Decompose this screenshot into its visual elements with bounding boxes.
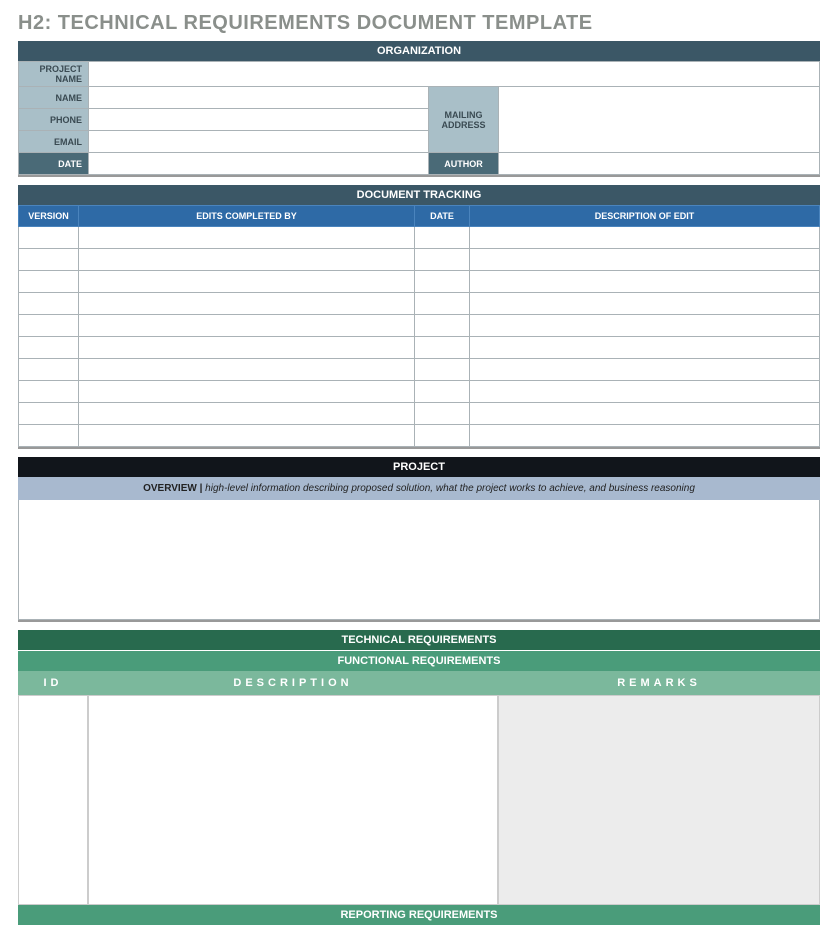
tracking-cell[interactable] [19,315,79,337]
organization-section: ORGANIZATION PROJECT NAME NAME MAILING A… [18,41,820,177]
overview-body[interactable] [18,500,820,620]
organization-table: PROJECT NAME NAME MAILING ADDRESS PHONE … [18,61,820,175]
col-description: DESCRIPTION OF EDIT [470,206,820,227]
tracking-cell[interactable] [470,271,820,293]
label-project-name: PROJECT NAME [19,62,89,87]
input-phone[interactable] [89,109,429,131]
input-project-name[interactable] [89,62,820,87]
tracking-cell[interactable] [19,293,79,315]
tracking-cell[interactable] [415,249,470,271]
label-author: AUTHOR [429,153,499,175]
table-row [19,315,820,337]
tracking-cell[interactable] [415,337,470,359]
functional-columns: ID DESCRIPTION REMARKS [18,671,820,695]
functional-header: FUNCTIONAL REQUIREMENTS [18,650,820,671]
tracking-cell[interactable] [415,227,470,249]
table-row [19,403,820,425]
tracking-cell[interactable] [19,359,79,381]
table-row [19,293,820,315]
organization-header: ORGANIZATION [18,41,820,61]
tracking-cell[interactable] [470,227,820,249]
col-func-description: DESCRIPTION [88,671,498,695]
tracking-cell[interactable] [19,381,79,403]
tracking-cell[interactable] [19,249,79,271]
label-name: NAME [19,87,89,109]
technical-header: TECHNICAL REQUIREMENTS [18,630,820,650]
tracking-cell[interactable] [19,337,79,359]
tracking-cell[interactable] [79,227,415,249]
tracking-cell[interactable] [415,293,470,315]
tracking-cell[interactable] [79,293,415,315]
tracking-cell[interactable] [470,293,820,315]
page-title: H2: TECHNICAL REQUIREMENTS DOCUMENT TEMP… [18,12,820,35]
tracking-header: DOCUMENT TRACKING [18,185,820,205]
functional-body [18,695,820,905]
project-header: PROJECT [18,457,820,477]
table-row [19,249,820,271]
tracking-cell[interactable] [79,271,415,293]
input-email[interactable] [89,131,429,153]
col-remarks: REMARKS [498,671,820,695]
tracking-cell[interactable] [19,227,79,249]
input-mailing-address[interactable] [499,87,820,153]
func-desc-cell[interactable] [88,695,498,905]
input-date[interactable] [89,153,429,175]
tracking-cell[interactable] [79,403,415,425]
tracking-cell[interactable] [470,337,820,359]
label-email: EMAIL [19,131,89,153]
tracking-cell[interactable] [470,249,820,271]
tracking-cell[interactable] [19,425,79,447]
tracking-cell[interactable] [79,425,415,447]
table-row [19,227,820,249]
overview-label: OVERVIEW | [143,483,202,494]
tracking-cell[interactable] [470,381,820,403]
tracking-cell[interactable] [79,381,415,403]
label-phone: PHONE [19,109,89,131]
tracking-cell[interactable] [79,249,415,271]
tracking-cell[interactable] [415,271,470,293]
tracking-cell[interactable] [415,403,470,425]
overview-row: OVERVIEW | high-level information descri… [18,477,820,500]
tracking-cell[interactable] [415,359,470,381]
label-date: DATE [19,153,89,175]
tracking-cell[interactable] [470,315,820,337]
tracking-cell[interactable] [470,403,820,425]
table-row [19,359,820,381]
func-id-cell[interactable] [18,695,88,905]
table-row [19,271,820,293]
col-date: DATE [415,206,470,227]
table-row [19,337,820,359]
tracking-cell[interactable] [415,425,470,447]
label-mailing-address: MAILING ADDRESS [429,87,499,153]
tracking-table: VERSION EDITS COMPLETED BY DATE DESCRIPT… [18,205,820,447]
table-row [19,381,820,403]
table-row [19,425,820,447]
col-id: ID [18,671,88,695]
tracking-cell[interactable] [79,315,415,337]
col-edits-by: EDITS COMPLETED BY [79,206,415,227]
project-section: PROJECT OVERVIEW | high-level informatio… [18,457,820,622]
tracking-cell[interactable] [470,425,820,447]
overview-hint: high-level information describing propos… [205,483,695,494]
tracking-cell[interactable] [470,359,820,381]
col-version: VERSION [19,206,79,227]
tracking-cell[interactable] [79,337,415,359]
func-remarks-cell[interactable] [498,695,820,905]
tracking-cell[interactable] [19,271,79,293]
tracking-section: DOCUMENT TRACKING VERSION EDITS COMPLETE… [18,185,820,449]
technical-section: TECHNICAL REQUIREMENTS FUNCTIONAL REQUIR… [18,630,820,925]
tracking-cell[interactable] [19,403,79,425]
input-author[interactable] [499,153,820,175]
input-name[interactable] [89,87,429,109]
tracking-cell[interactable] [415,381,470,403]
tracking-cell[interactable] [79,359,415,381]
tracking-cell[interactable] [415,315,470,337]
reporting-header: REPORTING REQUIREMENTS [18,905,820,925]
